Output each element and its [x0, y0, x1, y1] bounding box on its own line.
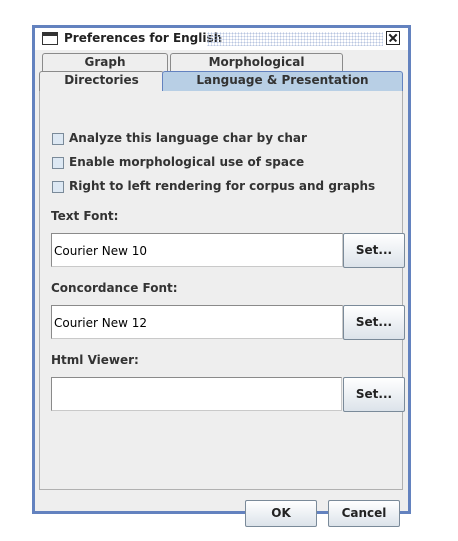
- option-label: Analyze this language char by char: [69, 131, 307, 145]
- preferences-dialog: Preferences for English Graph Presentati…: [32, 25, 411, 527]
- close-icon[interactable]: [386, 31, 400, 45]
- ok-button[interactable]: OK: [245, 500, 317, 527]
- concordance-font-label: Concordance Font:: [51, 281, 178, 295]
- window-icon: [42, 32, 58, 45]
- option-label: Enable morphological use of space: [69, 155, 305, 169]
- text-font-set-button[interactable]: Set...: [343, 233, 405, 268]
- dialog-body: Graph Presentation Morphological diction…: [35, 50, 408, 527]
- checkbox[interactable]: [52, 133, 64, 145]
- option-label: Right to left rendering for corpus and g…: [69, 179, 376, 193]
- tab-directories[interactable]: Directories: [39, 71, 164, 91]
- cancel-button[interactable]: Cancel: [328, 500, 400, 527]
- text-font-field[interactable]: Courier New 10: [51, 233, 343, 267]
- html-viewer-label: Html Viewer:: [51, 353, 139, 367]
- text-font-value: Courier New 10: [54, 244, 147, 258]
- tab-language-presentation[interactable]: Language & Presentation: [162, 71, 403, 91]
- tab-content: Analyze this language char by char Enabl…: [39, 91, 405, 490]
- tab-graph-presentation[interactable]: Graph Presentation: [42, 53, 168, 86]
- title-bar-grip: [207, 32, 383, 46]
- concordance-font-value: Courier New 12: [54, 316, 147, 330]
- html-viewer-field[interactable]: [51, 377, 342, 411]
- concordance-font-set-button[interactable]: Set...: [343, 305, 405, 340]
- checkbox[interactable]: [52, 181, 64, 193]
- checkbox[interactable]: [52, 157, 64, 169]
- title-bar[interactable]: Preferences for English: [35, 28, 408, 50]
- concordance-font-field[interactable]: Courier New 12: [51, 305, 343, 339]
- html-viewer-set-button[interactable]: Set...: [343, 377, 405, 412]
- tab-morphological-dictionaries[interactable]: Morphological dictionaries: [170, 53, 343, 86]
- window-title: Preferences for English: [64, 31, 223, 45]
- text-font-label: Text Font:: [51, 209, 119, 223]
